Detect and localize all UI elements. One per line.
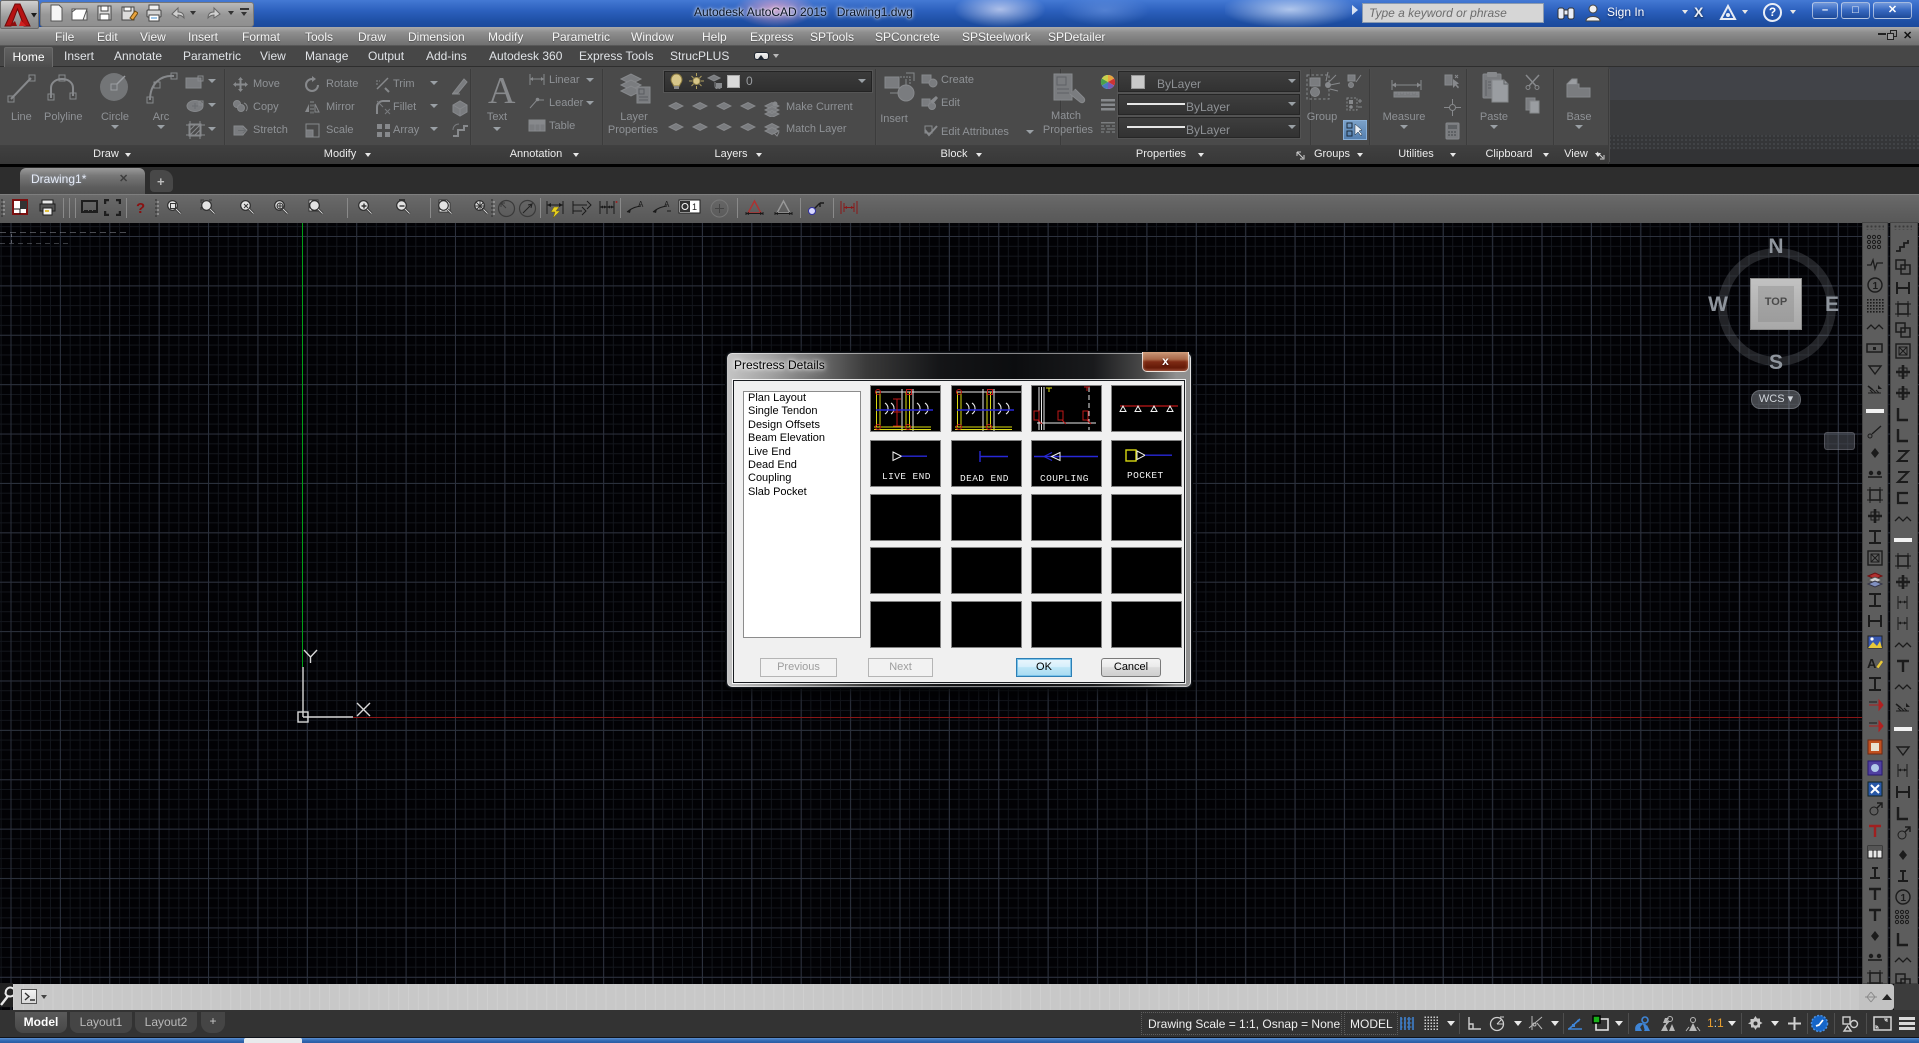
svg-text:POCKET: POCKET [1127,470,1164,481]
svg-text:A: A [638,200,644,209]
svg-text:A: A [1867,656,1877,671]
svg-text:1: 1 [692,202,697,212]
svg-text:1: 1 [1873,281,1879,292]
svg-text:?: ? [136,200,145,216]
svg-text:DEAD END: DEAD END [960,473,1009,484]
svg-text:LIVE END: LIVE END [882,471,931,482]
svg-text:1: 1 [1901,893,1907,904]
svg-text:A: A [664,200,670,209]
svg-text:A: A [488,70,516,108]
svg-text:COUPLING: COUPLING [1040,473,1089,484]
